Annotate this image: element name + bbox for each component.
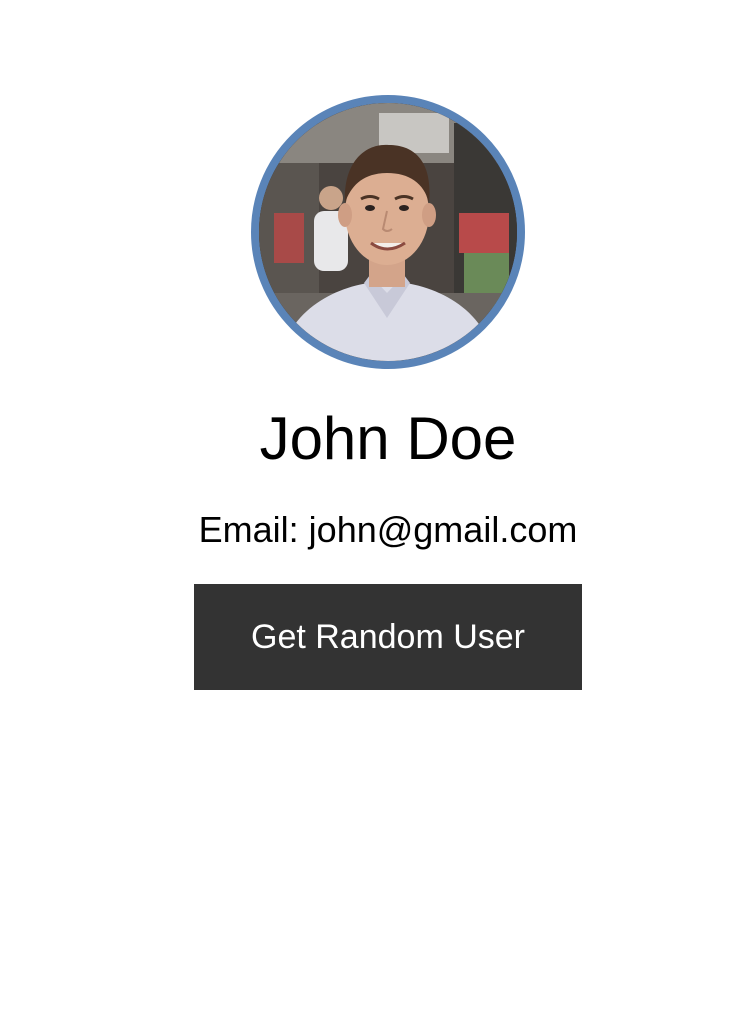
user-photo-icon bbox=[259, 103, 517, 361]
user-email: Email: john@gmail.com bbox=[198, 509, 578, 550]
get-random-user-button[interactable]: Get Random User bbox=[194, 584, 582, 690]
user-name: John Doe bbox=[259, 405, 517, 472]
profile-page: John Doe Email: john@gmail.com Get Rando… bbox=[0, 0, 732, 1018]
avatar bbox=[251, 95, 525, 369]
